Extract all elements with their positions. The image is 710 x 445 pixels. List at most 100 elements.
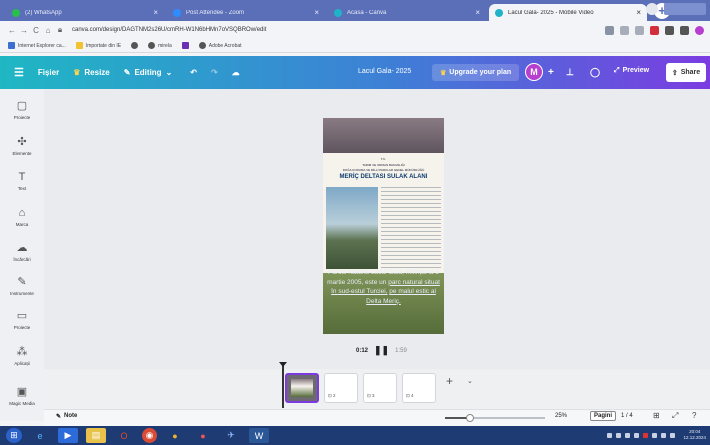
rail-item-elements[interactable]: ✣ Elemente bbox=[0, 135, 44, 156]
zoom-slider[interactable] bbox=[445, 414, 545, 422]
design-page[interactable]: T.C. TARIM VE ORMAN BAKANLIĞI DOĞA KORUM… bbox=[323, 118, 444, 334]
forward-icon[interactable]: → bbox=[18, 26, 30, 35]
bookmark-item[interactable] bbox=[131, 42, 139, 49]
redo-button[interactable]: ↷ bbox=[211, 68, 218, 77]
reload-icon[interactable]: C bbox=[30, 26, 42, 35]
preview-label: Preview bbox=[622, 67, 650, 74]
translate-icon[interactable] bbox=[605, 25, 614, 35]
tray-icon[interactable] bbox=[634, 432, 640, 438]
close-tab-icon[interactable]: × bbox=[153, 8, 158, 17]
rail-item-tools[interactable]: ✎ Instrumente bbox=[0, 275, 44, 296]
browser-tab-canva-home[interactable]: Acasă - Canva × bbox=[328, 4, 486, 21]
comment-icon[interactable]: ◯ bbox=[590, 67, 600, 78]
bookmark-item[interactable] bbox=[181, 42, 189, 49]
timeline-page-1[interactable] bbox=[285, 373, 319, 403]
rail-item-brand[interactable]: ⌂ Marca bbox=[0, 207, 44, 227]
cloud-save-icon[interactable]: ☁ bbox=[232, 68, 240, 77]
resize-button[interactable]: ♛ Resize bbox=[73, 68, 110, 77]
office-icon[interactable]: O bbox=[114, 428, 134, 443]
playhead[interactable] bbox=[279, 362, 287, 408]
profile-avatar-icon[interactable] bbox=[695, 25, 704, 35]
app-icon[interactable]: ● bbox=[193, 428, 213, 443]
help-icon[interactable]: ? bbox=[692, 411, 696, 420]
invite-plus-icon[interactable]: + bbox=[548, 67, 554, 78]
home-icon[interactable]: ⌂ bbox=[42, 26, 54, 35]
edge-icon[interactable]: e bbox=[30, 428, 50, 443]
bookmark-item[interactable]: Internet Explorer ca... bbox=[8, 42, 66, 49]
bookmark-star-icon[interactable] bbox=[635, 25, 644, 35]
share-label: Share bbox=[680, 69, 701, 76]
undo-button[interactable]: ↶ bbox=[190, 68, 197, 77]
paint-icon[interactable]: ● bbox=[165, 428, 185, 443]
rail-item-design[interactable]: ▢ Proiecte bbox=[0, 99, 44, 120]
file-menu-button[interactable]: Fișier bbox=[38, 68, 59, 77]
sign-text: DOĞA KORUMA VE MİLLİ PARKLAR GENEL MÜDÜR… bbox=[342, 168, 425, 172]
sidepanel-icon[interactable] bbox=[680, 25, 689, 35]
url-field[interactable]: canva.com/design/DAGTNM2s26U/cmRH-W1N6bH… bbox=[72, 27, 605, 33]
volume-icon[interactable] bbox=[670, 432, 676, 438]
explorer-icon[interactable]: ▤ bbox=[86, 428, 106, 443]
zoom-slider-handle[interactable] bbox=[466, 414, 474, 422]
rail-item-uploads[interactable]: ☁ Încărcări bbox=[0, 241, 44, 262]
pages-button[interactable]: Pagini bbox=[590, 411, 617, 421]
close-tab-icon[interactable]: × bbox=[475, 8, 480, 17]
window-buttons[interactable] bbox=[664, 3, 706, 15]
browser-tab-whatsapp[interactable]: (2) WhatsApp × bbox=[6, 4, 164, 21]
page-caption[interactable]: Parcul Natural Lacul Gala, înființat la … bbox=[326, 268, 441, 306]
bookmark-item[interactable]: Adobe Acrobat bbox=[198, 42, 242, 49]
network-app-icon[interactable]: ✈ bbox=[221, 428, 241, 443]
preview-button[interactable]: ⤢ Preview bbox=[614, 67, 649, 75]
magic-media-icon: ▣ bbox=[16, 386, 28, 398]
share-button[interactable]: ⇪ Share bbox=[666, 63, 706, 82]
share-page-icon[interactable] bbox=[620, 25, 629, 35]
word-icon[interactable]: W bbox=[249, 428, 269, 443]
brand-icon: ⌂ bbox=[18, 207, 26, 219]
back-icon[interactable]: ← bbox=[6, 26, 18, 35]
close-tab-icon[interactable]: × bbox=[636, 8, 641, 17]
browser-tab-canva-design[interactable]: Lacul Gala- 2025 - Mobile Video × bbox=[489, 4, 647, 21]
close-tab-icon[interactable]: × bbox=[314, 8, 319, 17]
editing-mode-button[interactable]: ✎ Editing ⌄ bbox=[124, 68, 173, 77]
globe-icon bbox=[148, 42, 156, 49]
zoom-level[interactable]: 25% bbox=[555, 413, 567, 419]
extension-icon[interactable] bbox=[650, 25, 659, 35]
ie-icon bbox=[8, 42, 15, 49]
tray-icon[interactable] bbox=[616, 432, 622, 438]
tray-icon[interactable] bbox=[661, 432, 667, 438]
document-title[interactable]: Lacul Gala- 2025 bbox=[358, 68, 411, 75]
canva-icon bbox=[495, 8, 503, 17]
rail-item-apps[interactable]: ⁂ Aplicații bbox=[0, 345, 44, 366]
page-number: 4 bbox=[411, 393, 414, 398]
browser-tab-strip: (2) WhatsApp × Post Attendee - Zoom × Ac… bbox=[0, 0, 710, 21]
chrome-icon[interactable]: ◉ bbox=[142, 428, 157, 443]
media-player-icon[interactable]: ▶ bbox=[58, 428, 78, 443]
notes-button[interactable]: ✎ Note bbox=[56, 413, 77, 420]
analytics-icon[interactable]: ⊥ bbox=[566, 67, 574, 78]
sign-body-lines bbox=[381, 187, 441, 269]
system-tray: 20:04 12.12.2024 bbox=[607, 429, 706, 441]
bookmark-item[interactable]: Importate din IE bbox=[75, 42, 121, 49]
pause-button[interactable]: ❚❚ bbox=[374, 345, 389, 356]
fullscreen-icon[interactable]: ⤢ bbox=[672, 411, 678, 421]
clock[interactable]: 20:04 12.12.2024 bbox=[683, 429, 706, 441]
tray-icon[interactable] bbox=[652, 432, 658, 438]
menu-icon[interactable]: ☰ bbox=[14, 66, 24, 79]
browser-tab-zoom[interactable]: Post Attendee - Zoom × bbox=[167, 4, 325, 21]
rail-item-magic-media[interactable]: ▣ Magic Media bbox=[0, 385, 44, 406]
add-page-button[interactable]: + bbox=[446, 374, 453, 388]
tray-icon[interactable] bbox=[607, 432, 613, 438]
tray-icon[interactable] bbox=[625, 432, 631, 438]
pencil-icon: ✎ bbox=[123, 68, 131, 77]
tray-icon[interactable] bbox=[643, 432, 649, 438]
grid-view-icon[interactable]: ⊞ bbox=[653, 411, 660, 420]
chevron-down-icon[interactable]: ⌄ bbox=[467, 377, 473, 385]
rail-item-text[interactable]: T Text bbox=[0, 171, 44, 191]
upgrade-plan-button[interactable]: ♛ Upgrade your plan bbox=[432, 64, 520, 81]
rail-item-projects[interactable]: ▭ Proiecte bbox=[0, 309, 44, 330]
puzzle-icon[interactable] bbox=[665, 25, 674, 35]
bookmark-item[interactable]: mirela bbox=[148, 42, 172, 49]
start-icon[interactable]: ⊞ bbox=[6, 428, 22, 443]
profile-icon[interactable] bbox=[646, 3, 658, 15]
note-label: Note bbox=[64, 413, 78, 419]
avatar[interactable]: M bbox=[525, 63, 543, 81]
